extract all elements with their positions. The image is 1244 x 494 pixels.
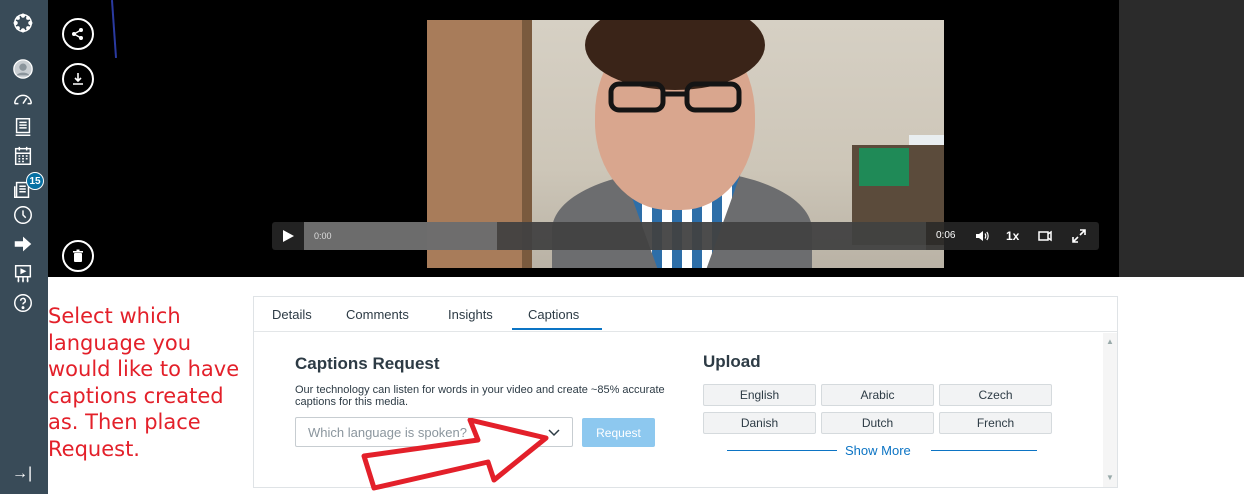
studio-icon[interactable] xyxy=(9,261,37,287)
tab-captions[interactable]: Captions xyxy=(528,307,579,322)
annotation-arrow-icon xyxy=(361,418,549,491)
tab-comments[interactable]: Comments xyxy=(346,307,409,322)
calendar-icon[interactable] xyxy=(9,143,37,169)
global-nav: 15 →| xyxy=(0,0,48,494)
upload-czech-button[interactable]: Czech xyxy=(939,384,1052,406)
show-more-link[interactable]: Show More xyxy=(845,443,911,458)
upload-french-button[interactable]: French xyxy=(939,412,1052,434)
captions-toggle-icon[interactable] xyxy=(1035,227,1055,245)
panel-scrollbar[interactable]: ▲ ▼ xyxy=(1103,333,1117,487)
account-icon[interactable] xyxy=(9,56,37,82)
active-tab-indicator xyxy=(512,328,602,330)
scroll-up-icon[interactable]: ▲ xyxy=(1106,337,1114,346)
upload-english-button[interactable]: English xyxy=(703,384,816,406)
fullscreen-icon[interactable] xyxy=(1069,227,1089,245)
upload-title: Upload xyxy=(703,352,761,371)
share-icon xyxy=(72,28,83,40)
request-button[interactable]: Request xyxy=(582,418,655,447)
history-icon[interactable] xyxy=(9,202,37,228)
progress-played xyxy=(304,222,497,250)
upload-danish-button[interactable]: Danish xyxy=(703,412,816,434)
logo-icon[interactable] xyxy=(9,10,37,36)
annotation-line: language you xyxy=(48,330,192,355)
scroll-down-icon[interactable]: ▼ xyxy=(1106,473,1114,482)
duration: 0:06 xyxy=(936,230,956,241)
show-more-rule-right xyxy=(931,450,1037,451)
annotation-line: Select which xyxy=(48,304,181,328)
upload-arabic-button[interactable]: Arabic xyxy=(821,384,934,406)
play-icon[interactable] xyxy=(280,228,296,244)
help-icon[interactable] xyxy=(9,290,37,316)
commons-icon[interactable] xyxy=(9,231,37,257)
annotation-line: Request. xyxy=(48,436,140,461)
courses-icon[interactable] xyxy=(9,114,37,140)
share-button[interactable] xyxy=(62,18,94,50)
delete-button[interactable] xyxy=(62,240,94,272)
annotation-line: would like to have xyxy=(48,357,240,381)
download-button[interactable] xyxy=(62,63,94,95)
show-more-rule-left xyxy=(727,450,837,451)
annotation-text: Select which language you would like to … xyxy=(48,303,278,462)
dashboard-icon[interactable] xyxy=(9,86,37,112)
captions-description: Our technology can listen for words in y… xyxy=(295,384,665,408)
download-icon xyxy=(73,73,83,85)
annotation-line: as. Then place xyxy=(48,410,201,434)
player-right-panel xyxy=(1119,0,1244,277)
trash-icon xyxy=(73,249,83,262)
annotation-line: captions created xyxy=(48,383,224,408)
captions-request-title: Captions Request xyxy=(295,354,440,373)
volume-icon[interactable] xyxy=(972,227,992,245)
tabs-divider xyxy=(254,331,1117,332)
player-controls: 0:00 0:06 1x xyxy=(272,222,1099,250)
current-time: 0:00 xyxy=(314,231,332,241)
tab-insights[interactable]: Insights xyxy=(448,307,493,322)
playback-speed[interactable]: 1x xyxy=(1006,229,1019,243)
upload-dutch-button[interactable]: Dutch xyxy=(821,412,934,434)
inbox-badge: 15 xyxy=(26,172,44,190)
collapse-nav-icon[interactable]: →| xyxy=(12,465,32,483)
